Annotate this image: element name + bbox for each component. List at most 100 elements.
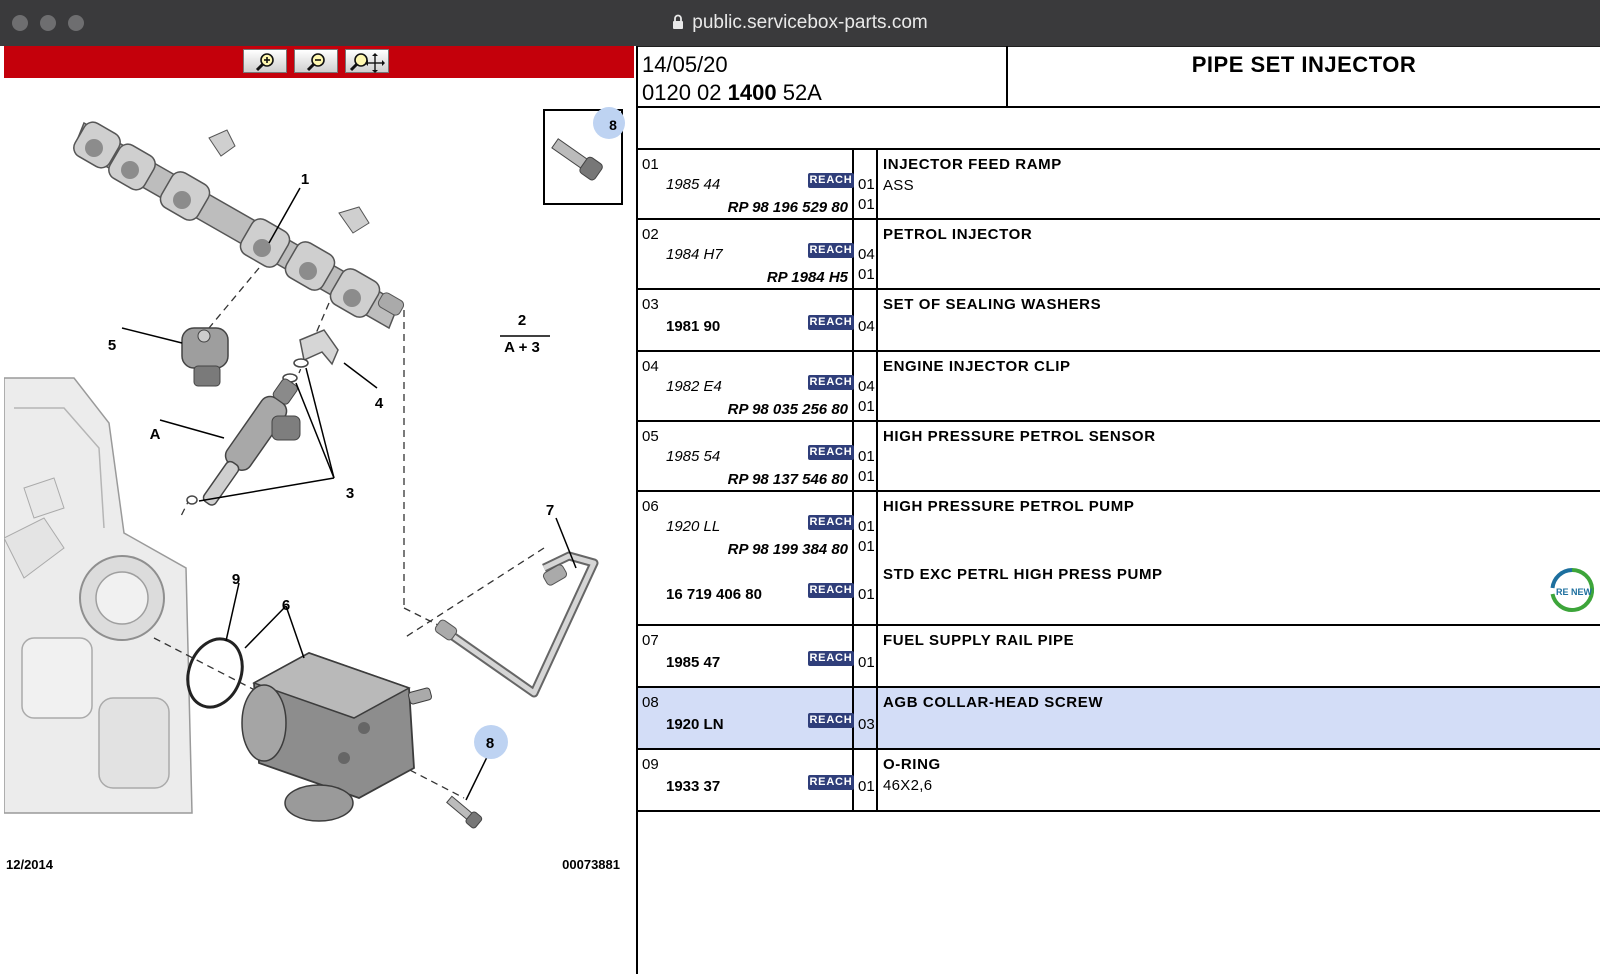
part-reference[interactable]: 1920 LN [666,716,724,733]
header-code: 0120 02 1400 52A [642,80,822,105]
callout-3: 3 [346,485,354,502]
part-reference[interactable]: 1985 47 [666,654,720,671]
parts-table: 01 1985 44 REACH 01 RP 98 196 529 80 01 INJECT… [638,150,1600,812]
item-number: 06 [642,498,659,515]
item-number: 08 [642,694,659,711]
page-title: PIPE SET INJECTOR [1191,52,1417,77]
column-divider [876,688,878,748]
renew-logo-icon[interactable]: RE NEW [1548,566,1596,614]
part-reference[interactable]: 1981 90 [666,318,720,335]
part-sub-description: ASS [883,177,914,194]
url-text: public.servicebox-parts.com [692,12,928,33]
column-divider [876,750,878,810]
lock-icon [673,14,684,29]
reach-badge[interactable]: REACH [808,713,854,728]
table-row[interactable]: 07 1985 47 REACH 01 FUEL SUPPLY RAIL PIPE [638,626,1600,688]
quantity: 01 [858,586,875,603]
zoom-in-button[interactable] [243,49,287,73]
svg-text:RE NEW: RE NEW [1556,587,1593,597]
callout-5: 5 [108,337,116,354]
table-row[interactable]: 03 1981 90 REACH 04 SET OF SEALING WASHERS [638,290,1600,352]
table-row[interactable]: 06 1920 LL REACH 01 RP 98 199 384 80 01 HIGH P… [638,492,1600,626]
part-reference[interactable]: 1933 37 [666,778,720,795]
reach-badge[interactable]: REACH [808,315,854,330]
part-reference[interactable]: 16 719 406 80 [666,586,762,603]
parts-subheader [638,108,1600,150]
reach-badge[interactable]: REACH [808,651,854,666]
callout-2: 2 [518,312,526,329]
part-reference[interactable]: 1984 H7 [666,246,723,263]
item-number: 03 [642,296,659,313]
callout-8: 8 [486,735,494,752]
injector-feed-rail[interactable] [70,119,405,330]
column-divider [876,150,878,218]
reach-badge[interactable]: REACH [808,173,854,188]
reach-badge[interactable]: REACH [808,445,854,460]
replacement-reference[interactable]: RP 98 196 529 80 [728,199,848,216]
table-row[interactable]: 04 1982 E4 REACH 04 RP 98 035 256 80 01 ENGINE… [638,352,1600,422]
item-number: 02 [642,226,659,243]
high-pressure-pump[interactable] [241,652,433,822]
replacement-quantity: 01 [858,398,875,415]
zoom-in-icon [255,53,274,72]
zoom-out-button[interactable] [294,49,338,73]
part-reference[interactable]: 1982 E4 [666,378,722,395]
replacement-reference[interactable]: RP 98 199 384 80 [728,541,848,558]
part-description: SET OF SEALING WASHERS [883,296,1102,313]
quantity: 03 [858,716,875,733]
table-row[interactable]: 02 1984 H7 REACH 04 RP 1984 H5 01 PETROL INJEC… [638,220,1600,290]
reach-badge[interactable]: REACH [808,775,854,790]
inset-detail-box[interactable]: 8 [543,107,625,205]
quantity: 01 [858,448,875,465]
diagram-ref-number: 00073881 [562,857,620,872]
table-row[interactable]: 01 1985 44 REACH 01 RP 98 196 529 80 01 INJECT… [638,150,1600,220]
part-description: FUEL SUPPLY RAIL PIPE [883,632,1075,649]
replacement-quantity: 01 [858,196,875,213]
callout-a-plus-3: A + 3 [504,339,540,356]
item-number: 09 [642,756,659,773]
callout-6: 6 [282,597,290,614]
quantity: 01 [858,654,875,671]
header-date: 14/05/20 [642,52,728,77]
column-divider [876,422,878,490]
callout-4: 4 [375,395,384,412]
quantity: 04 [858,246,875,263]
quantity: 04 [858,318,875,335]
part-description: INJECTOR FEED RAMP [883,156,1062,173]
inset-callout-label: 8 [609,117,617,133]
replacement-reference[interactable]: RP 98 137 546 80 [728,471,848,488]
parts-header: 14/05/20 0120 02 1400 52A PIPE SET INJEC… [638,46,1600,108]
address-bar[interactable]: public.servicebox-parts.com [0,12,1600,34]
reach-badge[interactable]: REACH [808,583,854,598]
petrol-injector[interactable] [196,375,303,511]
zoom-out-icon [306,53,325,72]
table-row[interactable]: 09 1933 37 REACH 01 O-RING 46X2,6 [638,750,1600,812]
pan-zoom-button[interactable] [345,49,389,73]
replacement-reference[interactable]: RP 1984 H5 [767,269,848,286]
reach-badge[interactable]: REACH [808,515,854,530]
part-description: HIGH PRESSURE PETROL PUMP [883,498,1135,515]
reach-badge[interactable]: REACH [808,375,854,390]
table-row[interactable]: 08 1920 LN REACH 03 AGB COLLAR-HEAD SCREW [638,688,1600,750]
browser-titlebar: public.servicebox-parts.com [0,0,1600,47]
table-row[interactable]: 05 1985 54 REACH 01 RP 98 137 546 80 01 HIGH P… [638,422,1600,492]
part-description: ENGINE INJECTOR CLIP [883,358,1071,375]
quantity: 01 [858,518,875,535]
collar-head-screw[interactable] [445,794,483,829]
column-divider [876,492,878,624]
replacement-reference[interactable]: RP 98 035 256 80 [728,401,848,418]
exploded-parts-diagram[interactable]: 8 1 2 A + 3 3 4 5 A 6 7 8 9 12/2014 0007… [4,78,634,878]
callout-9: 9 [232,571,240,588]
replacement-quantity: 01 [858,538,875,555]
pan-icon [349,53,385,73]
reach-badge[interactable]: REACH [808,243,854,258]
callout-1: 1 [301,171,309,188]
pressure-sensor[interactable] [181,327,229,387]
replacement-quantity: 01 [858,266,875,283]
column-divider [852,492,854,624]
part-reference[interactable]: 1985 44 [666,176,720,193]
part-description: STD EXC PETRL HIGH PRESS PUMP [883,566,1163,583]
part-reference[interactable]: 1920 LL [666,518,720,535]
item-number: 04 [642,358,659,375]
part-reference[interactable]: 1985 54 [666,448,720,465]
